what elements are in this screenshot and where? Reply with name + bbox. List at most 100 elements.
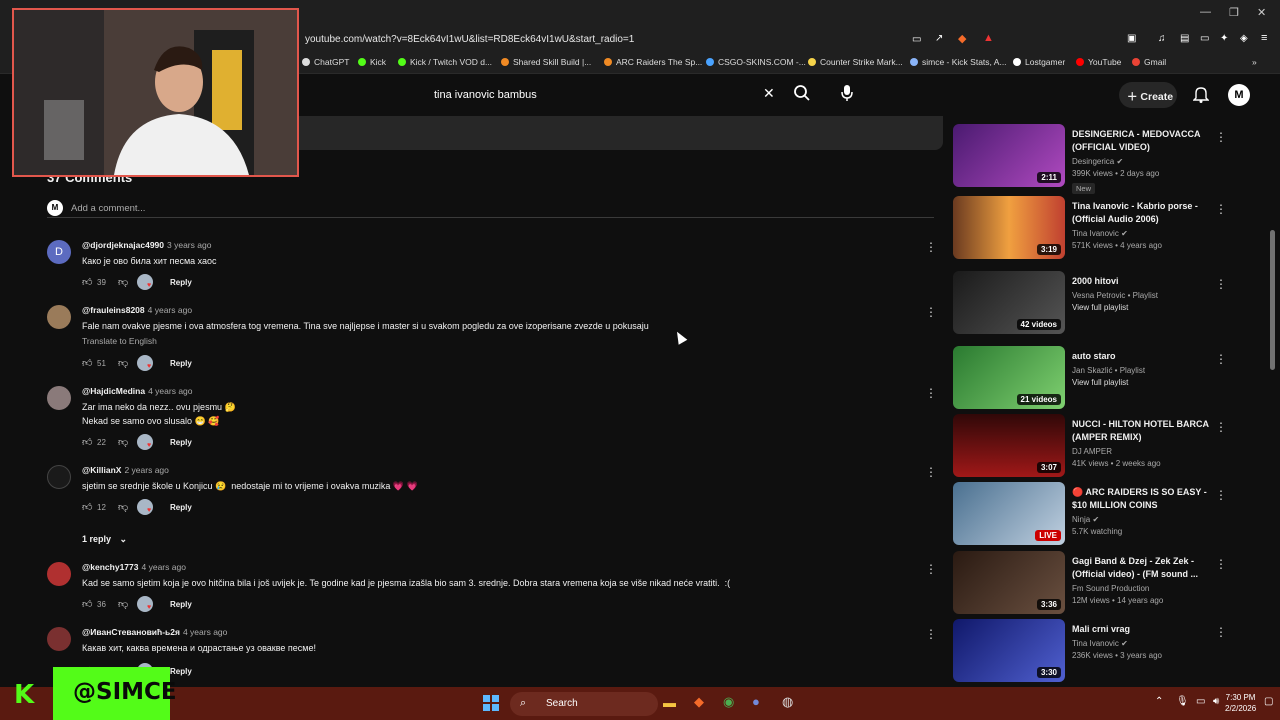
recommendation-item[interactable]: 3:30 Mali crni vrag Tina Ivanovic ✔ 236K… [953,615,1228,682]
video-title[interactable]: Gagi Band & Dzej - Zek Zek - (Official v… [1072,555,1212,581]
dislike-icon[interactable]: 👎︎ [118,436,128,448]
comment-menu-icon[interactable]: ⋮ [925,562,937,576]
video-menu-icon[interactable]: ⋮ [1215,625,1227,639]
taskbar-clock[interactable]: 7:30 PM 2/2/2026 [1225,692,1256,714]
view-replies-button[interactable]: 1 reply ⌄ [82,534,127,545]
more-bookmarks-icon[interactable]: » [1252,57,1257,67]
bookmark-kick[interactable]: Kick [358,57,386,67]
playlist-thumbnail[interactable]: 21 videos [953,346,1065,409]
recommendation-item[interactable]: 42 videos 2000 hitovi Vesna Petrovic • P… [953,267,1228,334]
video-menu-icon[interactable]: ⋮ [1215,352,1227,366]
channel-name[interactable]: Jan Skazlić • Playlist [1072,366,1212,375]
taskbar-search[interactable]: ⌕ Search [510,692,658,716]
file-explorer-icon[interactable]: ▬ [663,695,676,710]
channel-name[interactable]: Vesna Petrovic • Playlist [1072,291,1212,300]
comment-author[interactable]: @djordjeknajac4990 [82,240,164,250]
volume-icon[interactable]: 🔊︎ [1213,696,1219,707]
bookmark-kick-vod[interactable]: Kick / Twitch VOD d... [398,57,492,67]
recommendation-item[interactable]: 2:11 DESINGERICA - MEDOVACCA (OFFICIAL V… [953,120,1228,194]
wallet-icon[interactable]: ▭ [1200,33,1209,44]
comment-time[interactable]: 4 years ago [142,562,186,572]
sidebar-icon[interactable]: ▣ [1127,33,1136,44]
notification-center-icon[interactable]: ▢ [1264,696,1273,707]
video-title[interactable]: Mali crni vrag [1072,623,1212,636]
bookmark-gmail[interactable]: Gmail [1132,57,1166,67]
network-icon[interactable]: ▭ [1196,696,1205,707]
reply-button[interactable]: Reply [170,438,192,447]
close-icon[interactable]: ✕ [1257,6,1266,19]
comment-author[interactable]: @frauleins8208 [82,305,145,315]
comment-author[interactable]: @HajdicMedina [82,386,145,396]
bookmark-skill-build[interactable]: Shared Skill Build |... [501,57,591,67]
bookmark-lostgamer[interactable]: Lostgamer [1013,57,1065,67]
comment-author[interactable]: @KillianX [82,465,121,475]
clear-search-icon[interactable]: ✕ [763,85,775,102]
search-icon[interactable] [792,84,812,104]
channel-name[interactable]: Tina Ivanovic ✔ [1072,639,1212,648]
video-thumbnail[interactable]: 3:36 [953,551,1065,614]
reply-button[interactable]: Reply [170,667,192,676]
comment-time[interactable]: 4 years ago [148,305,192,315]
channel-name[interactable]: Tina Ivanovic ✔ [1072,229,1212,238]
comment-menu-icon[interactable]: ⋮ [925,305,937,319]
maximize-icon[interactable]: ❐ [1229,6,1239,19]
share-icon[interactable]: ↗ [935,33,943,44]
channel-name[interactable]: Desingerica ✔ [1072,157,1212,166]
video-thumbnail[interactable]: 3:19 [953,196,1065,259]
channel-name[interactable]: DJ AMPER [1072,447,1212,456]
voice-search-icon[interactable] [839,84,855,104]
chrome-icon[interactable]: ◉ [723,694,734,710]
comment-time[interactable]: 2 years ago [124,465,168,475]
bookmark-csgo-skins[interactable]: CSGO-SKINS.COM -... [706,57,806,67]
reader-icon[interactable]: ▤ [1180,33,1189,44]
dislike-icon[interactable]: 👎︎ [118,357,128,369]
video-menu-icon[interactable]: ⋮ [1215,277,1227,291]
reply-button[interactable]: Reply [170,600,192,609]
bookmark-arc-raiders[interactable]: ARC Raiders The Sp... [604,57,702,67]
menu-icon[interactable]: ≡ [1261,32,1267,44]
playlist-thumbnail[interactable]: 42 videos [953,271,1065,334]
comment-menu-icon[interactable]: ⋮ [925,627,937,641]
reply-button[interactable]: Reply [170,503,192,512]
account-avatar[interactable]: M [1228,84,1250,106]
scrollbar-thumb[interactable] [1270,230,1275,370]
video-menu-icon[interactable]: ⋮ [1215,488,1227,502]
create-button[interactable]: ＋ Create [1119,82,1177,108]
reply-button[interactable]: Reply [170,359,192,368]
windows-start-icon[interactable] [483,695,499,711]
comment-avatar[interactable] [47,562,71,586]
channel-name[interactable]: Ninja ✔ [1072,515,1212,524]
vpn-icon[interactable]: ◈ [1240,33,1248,44]
video-title[interactable]: DESINGERICA - MEDOVACCA (OFFICIAL VIDEO) [1072,128,1212,154]
dislike-icon[interactable]: 👎︎ [118,598,128,610]
comment-avatar[interactable]: D [47,240,71,264]
comment-time[interactable]: 4 years ago [148,386,192,396]
comment-menu-icon[interactable]: ⋮ [925,240,937,254]
like-icon[interactable]: 👍︎ [82,598,92,610]
bookmark-simce-kick-stats[interactable]: simce - Kick Stats, A... [910,57,1007,67]
comment-avatar[interactable] [47,386,71,410]
minimize-icon[interactable]: — [1200,6,1211,18]
comment-time[interactable]: 3 years ago [167,240,211,250]
recommendation-item[interactable]: 3:36 Gagi Band & Dzej - Zek Zek - (Offic… [953,547,1228,614]
like-icon[interactable]: 👍︎ [82,357,92,369]
bookmark-chatgpt[interactable]: ChatGPT [302,57,349,67]
translate-button[interactable]: Translate to English [82,336,157,346]
brave-shield-icon[interactable]: ◆ [958,32,966,45]
search-input[interactable]: tina ivanovic bambus [425,82,785,108]
extension-icon[interactable]: ✦ [1220,33,1228,44]
video-menu-icon[interactable]: ⋮ [1215,420,1227,434]
comment-author[interactable]: @ИванСтевановић-ь2я [82,627,180,637]
bookmark-youtube[interactable]: YouTube [1076,57,1121,67]
bookmark-counter-strike[interactable]: Counter Strike Mark... [808,57,903,67]
recommendation-item[interactable]: LIVE 🔴 ARC RAIDERS IS SO EASY - $10 MILL… [953,478,1228,545]
like-icon[interactable]: 👍︎ [82,436,92,448]
cast-icon[interactable]: ▭ [912,34,921,45]
comment-author[interactable]: @kenchy1773 [82,562,139,572]
view-playlist-link[interactable]: View full playlist [1072,378,1212,387]
recommendation-item[interactable]: 3:19 Tina Ivanovic - Kabrio porse - (Off… [953,192,1228,259]
video-menu-icon[interactable]: ⋮ [1215,130,1227,144]
video-thumbnail[interactable]: 3:30 [953,619,1065,682]
steam-icon[interactable]: ◍ [782,694,793,710]
like-icon[interactable]: 👍︎ [82,276,92,288]
